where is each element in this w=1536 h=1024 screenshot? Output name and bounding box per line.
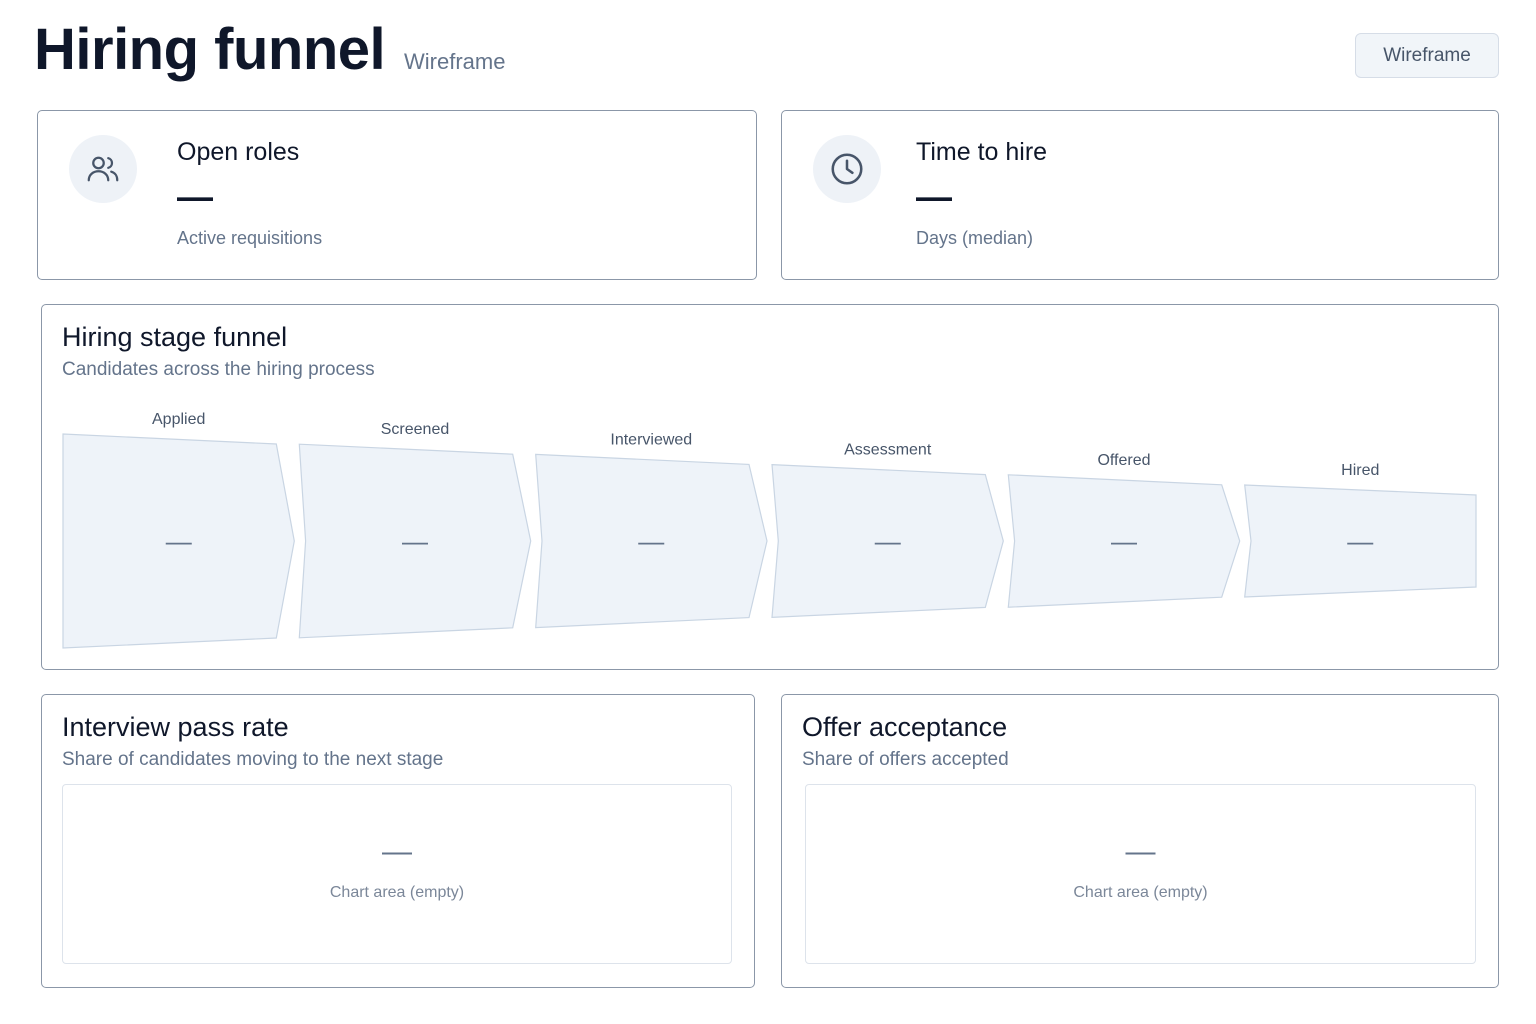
wireframe-button[interactable]: Wireframe bbox=[1355, 33, 1499, 78]
funnel-stage-value: — bbox=[638, 526, 664, 556]
chart-area: — Chart area (empty) bbox=[805, 784, 1476, 964]
funnel-stage-label: Assessment bbox=[844, 442, 932, 459]
kpi-value: — bbox=[916, 176, 952, 217]
funnel-stage-label: Interviewed bbox=[610, 431, 692, 448]
chart-area: — Chart area (empty) bbox=[62, 784, 732, 964]
funnel-stage-label: Screened bbox=[381, 421, 450, 438]
funnel-stage-value: — bbox=[1111, 526, 1137, 556]
chart-title: Interview pass rate bbox=[62, 712, 289, 742]
clock-icon bbox=[813, 135, 881, 203]
funnel-stage-value: — bbox=[1347, 526, 1373, 556]
chart-subtitle: Share of offers accepted bbox=[802, 749, 1009, 770]
users-icon bbox=[69, 135, 137, 203]
kpi-caption: Days (median) bbox=[916, 228, 1034, 248]
chart-card-interview-pass-rate: Interview pass rate Share of candidates … bbox=[41, 694, 755, 988]
funnel-stage-value: — bbox=[166, 526, 192, 556]
page-title: Hiring funnel bbox=[34, 17, 386, 82]
kpi-card-time-to-hire: Time to hire — Days (median) bbox=[781, 110, 1499, 280]
funnel-title: Hiring stage funnel bbox=[62, 322, 288, 352]
funnel-card: Applied — Screened — Interviewed — Assessment —… bbox=[41, 304, 1499, 670]
funnel-subtitle: Candidates across the hiring process bbox=[62, 359, 375, 380]
chart-empty-label: Chart area (empty) bbox=[1073, 884, 1208, 901]
chart-value: — bbox=[1125, 835, 1156, 868]
chart-empty-label: Chart area (empty) bbox=[329, 884, 465, 901]
funnel-stage-label: Hired bbox=[1341, 462, 1379, 479]
kpi-title: Open roles bbox=[177, 138, 300, 166]
funnel-stage-label: Offered bbox=[1097, 452, 1150, 469]
kpi-title: Time to hire bbox=[916, 138, 1048, 166]
funnel-stage-value: — bbox=[875, 526, 901, 556]
funnel-stage-label: Applied bbox=[152, 411, 205, 428]
chart-value: — bbox=[382, 835, 412, 868]
page-subtitle: Wireframe bbox=[404, 49, 506, 74]
kpi-caption: Active requisitions bbox=[177, 228, 323, 248]
chart-card-offer-acceptance: Offer acceptance Share of offers accepte… bbox=[781, 694, 1499, 988]
kpi-value: — bbox=[177, 176, 213, 217]
chart-title: Offer acceptance bbox=[802, 712, 1008, 742]
funnel-stage-value: — bbox=[402, 526, 428, 556]
chart-subtitle: Share of candidates moving to the next s… bbox=[62, 749, 444, 770]
kpi-card-open-roles: Open roles — Active requisitions bbox=[37, 110, 757, 280]
